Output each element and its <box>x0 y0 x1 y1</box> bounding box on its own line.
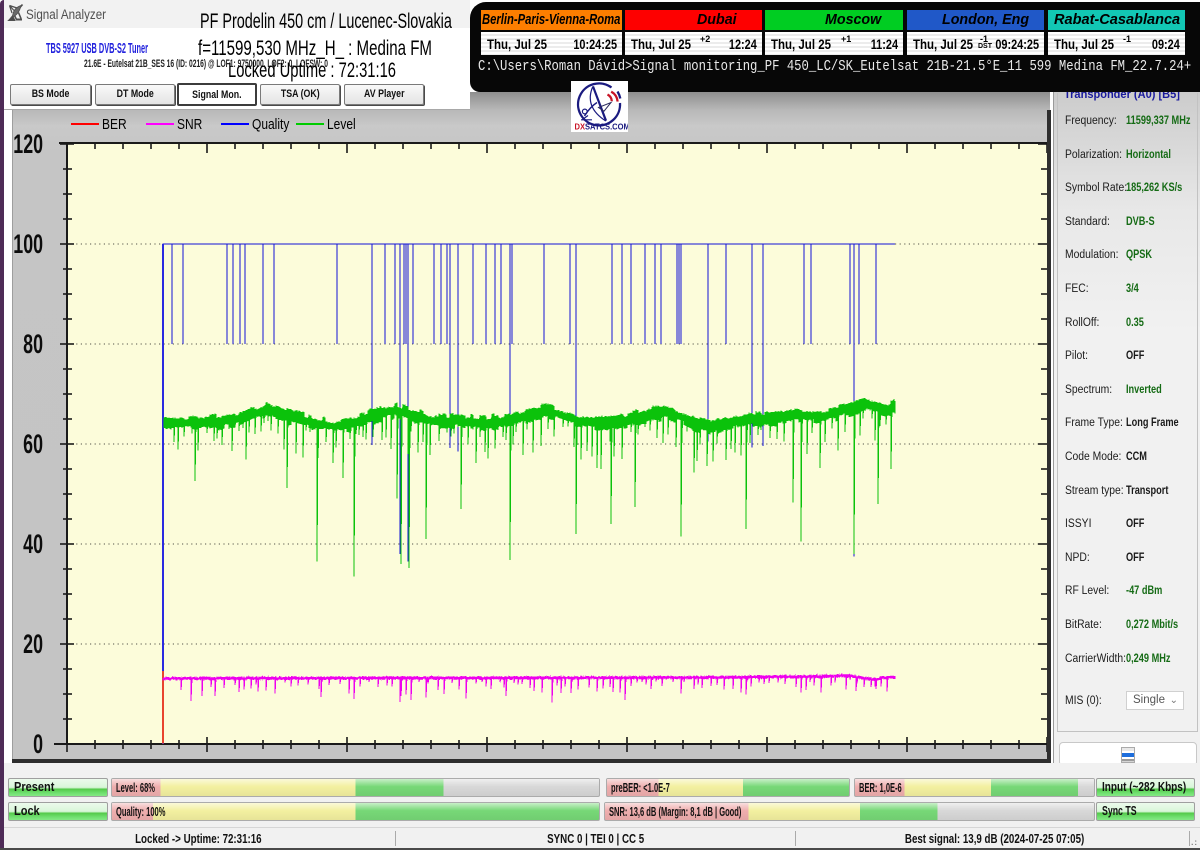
svg-text:BER: BER <box>102 116 127 133</box>
svg-text:0: 0 <box>33 728 43 759</box>
svg-text:120: 120 <box>13 128 43 159</box>
svg-text:100: 100 <box>13 228 43 259</box>
svg-text:60: 60 <box>23 428 43 459</box>
svg-text:Level: Level <box>327 116 356 133</box>
svg-text:20: 20 <box>23 628 43 659</box>
svg-text:SNR: SNR <box>177 116 202 133</box>
svg-text:DXSATCS.COM: DXSATCS.COM <box>575 122 629 132</box>
svg-text:40: 40 <box>23 528 43 559</box>
svg-text:Quality: Quality <box>252 116 290 133</box>
svg-text:80: 80 <box>23 328 43 359</box>
